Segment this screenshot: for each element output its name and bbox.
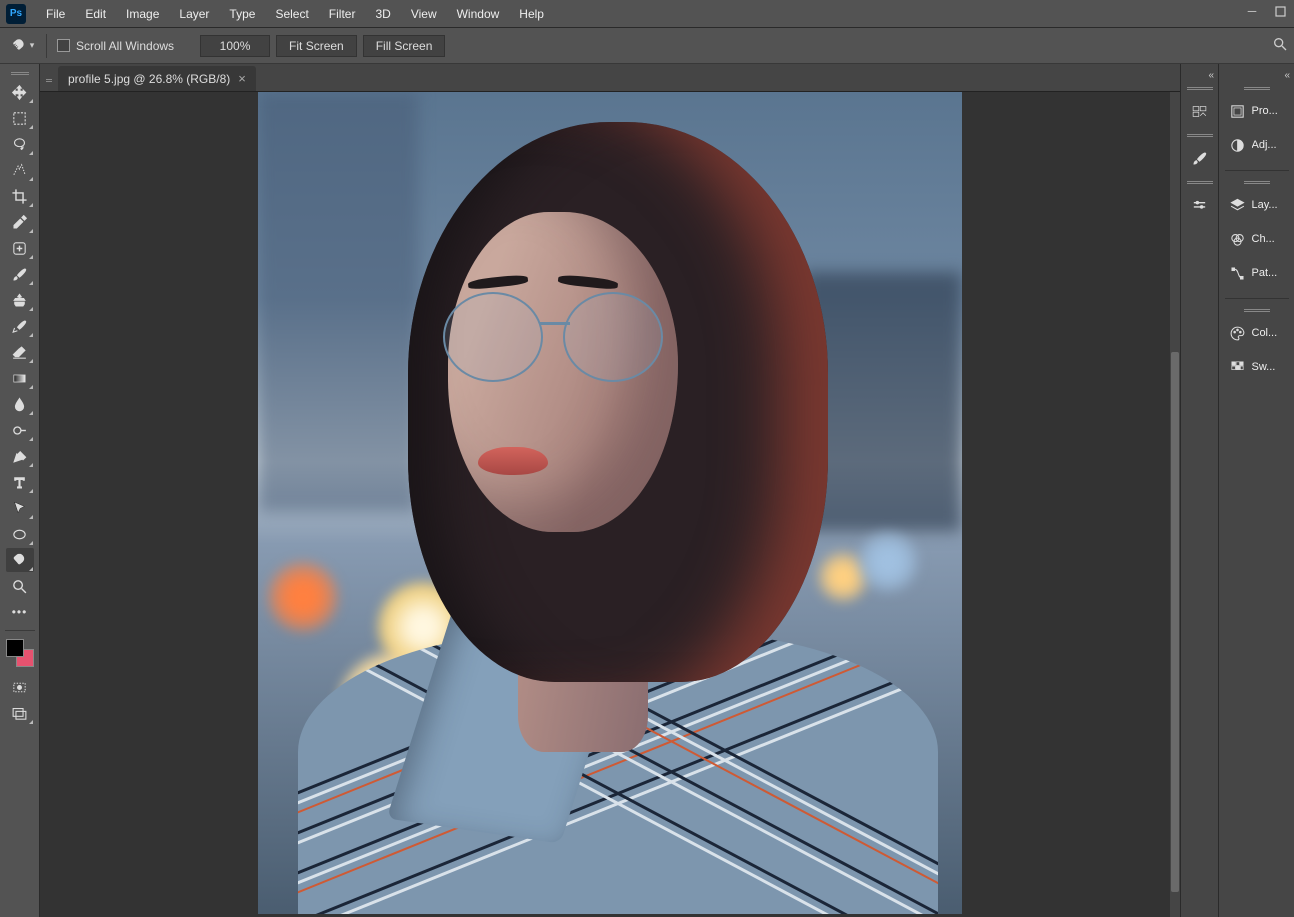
minimize-button[interactable]: ─ <box>1238 0 1266 22</box>
fit-screen-button[interactable]: Fit Screen <box>276 35 357 57</box>
menu-3d[interactable]: 3D <box>365 1 400 27</box>
panel-label: Lay... <box>1252 199 1278 211</box>
screen-mode-toggle[interactable] <box>6 701 34 725</box>
tabbar-grip[interactable] <box>44 69 54 91</box>
collapsed-panel-strip-2: « Pro... Adj... Lay... Ch... Pa <box>1218 64 1294 917</box>
path-selection-tool[interactable] <box>6 496 34 520</box>
color-panel-button[interactable]: Col... <box>1223 318 1291 348</box>
panel-grip[interactable] <box>1187 134 1213 139</box>
hand-tool[interactable] <box>6 548 34 572</box>
panel-label: Sw... <box>1252 361 1276 373</box>
window-controls: ─ <box>1238 0 1294 22</box>
menu-window[interactable]: Window <box>447 1 510 27</box>
type-tool[interactable] <box>6 470 34 494</box>
zoom-level-field[interactable]: 100% <box>200 35 270 57</box>
checkbox-icon <box>57 39 70 52</box>
panel-label: Adj... <box>1252 139 1277 151</box>
scrollbar-thumb[interactable] <box>1171 352 1179 892</box>
toolbar-separator <box>5 630 35 631</box>
vertical-scrollbar[interactable] <box>1170 92 1180 917</box>
panel-separator <box>1225 170 1289 171</box>
panel-grip[interactable] <box>1244 309 1270 314</box>
ellipse-tool[interactable] <box>6 522 34 546</box>
brush-settings-panel-icon[interactable] <box>1185 190 1215 220</box>
panel-grip[interactable] <box>1244 181 1270 186</box>
layers-panel-button[interactable]: Lay... <box>1223 190 1291 220</box>
panel-label: Ch... <box>1252 233 1275 245</box>
expand-panels-icon[interactable]: « <box>1204 68 1218 83</box>
clone-stamp-tool[interactable] <box>6 288 34 312</box>
swatches-panel-button[interactable]: Sw... <box>1223 352 1291 382</box>
paths-panel-button[interactable]: Pat... <box>1223 258 1291 288</box>
menu-edit[interactable]: Edit <box>75 1 116 27</box>
right-panel-dock: « « Pro... Adj... Lay... <box>1180 64 1294 917</box>
options-bar: ▾ Scroll All Windows 100% Fit Screen Fil… <box>0 28 1294 64</box>
panel-label: Pat... <box>1252 267 1278 279</box>
scroll-all-windows-label: Scroll All Windows <box>76 39 174 53</box>
fill-screen-button[interactable]: Fill Screen <box>363 35 446 57</box>
quick-mask-toggle[interactable] <box>6 675 34 699</box>
search-icon[interactable] <box>1272 36 1288 55</box>
pen-tool[interactable] <box>6 444 34 468</box>
menu-image[interactable]: Image <box>116 1 169 27</box>
eraser-tool[interactable] <box>6 340 34 364</box>
quick-selection-tool[interactable] <box>6 158 34 182</box>
menu-type[interactable]: Type <box>219 1 265 27</box>
collapsed-panel-strip-1: « <box>1180 64 1218 917</box>
foreground-color[interactable] <box>6 639 24 657</box>
eyedropper-tool[interactable] <box>6 210 34 234</box>
crop-tool[interactable] <box>6 184 34 208</box>
menu-select[interactable]: Select <box>265 1 318 27</box>
move-tool[interactable] <box>6 80 34 104</box>
menu-layer[interactable]: Layer <box>169 1 219 27</box>
channels-panel-button[interactable]: Ch... <box>1223 224 1291 254</box>
canvas[interactable] <box>40 92 1180 917</box>
panel-label: Col... <box>1252 327 1278 339</box>
chevron-down-icon: ▾ <box>30 40 35 51</box>
history-brush-tool[interactable] <box>6 314 34 338</box>
main-area: ••• profile 5.jpg @ 26.8% (RGB/8) × <box>0 64 1294 917</box>
document-tab-bar: profile 5.jpg @ 26.8% (RGB/8) × <box>40 64 1180 92</box>
panel-label: Pro... <box>1252 105 1278 117</box>
healing-brush-tool[interactable] <box>6 236 34 260</box>
menu-view[interactable]: View <box>401 1 447 27</box>
panel-separator <box>1225 298 1289 299</box>
expand-panels-icon[interactable]: « <box>1280 68 1294 83</box>
document-image <box>258 92 962 914</box>
dodge-tool[interactable] <box>6 418 34 442</box>
gradient-tool[interactable] <box>6 366 34 390</box>
menu-file[interactable]: File <box>36 1 75 27</box>
menu-filter[interactable]: Filter <box>319 1 366 27</box>
brush-tool[interactable] <box>6 262 34 286</box>
document-area: profile 5.jpg @ 26.8% (RGB/8) × <box>40 64 1180 917</box>
zoom-tool[interactable] <box>6 574 34 598</box>
panel-grip[interactable] <box>1187 87 1213 92</box>
panel-grip[interactable] <box>5 70 35 76</box>
history-panel-icon[interactable] <box>1185 96 1215 126</box>
edit-toolbar-button[interactable]: ••• <box>6 600 34 624</box>
color-swatches[interactable] <box>6 639 34 667</box>
divider <box>46 34 47 58</box>
blur-tool[interactable] <box>6 392 34 416</box>
properties-panel-button[interactable]: Pro... <box>1223 96 1291 126</box>
rectangular-marquee-tool[interactable] <box>6 106 34 130</box>
panel-grip[interactable] <box>1187 181 1213 186</box>
lasso-tool[interactable] <box>6 132 34 156</box>
maximize-button[interactable] <box>1266 0 1294 22</box>
adjustments-panel-button[interactable]: Adj... <box>1223 130 1291 160</box>
close-tab-icon[interactable]: × <box>238 71 246 86</box>
brushes-panel-icon[interactable] <box>1185 143 1215 173</box>
tools-panel: ••• <box>0 64 40 917</box>
current-tool-indicator[interactable]: ▾ <box>8 34 36 58</box>
scroll-all-windows-checkbox[interactable]: Scroll All Windows <box>57 39 174 53</box>
app-logo: Ps <box>6 4 26 24</box>
menu-help[interactable]: Help <box>509 1 554 27</box>
document-tab-title: profile 5.jpg @ 26.8% (RGB/8) <box>68 72 230 86</box>
document-tab[interactable]: profile 5.jpg @ 26.8% (RGB/8) × <box>58 66 256 91</box>
panel-grip[interactable] <box>1244 87 1270 92</box>
menu-bar: Ps File Edit Image Layer Type Select Fil… <box>0 0 1294 28</box>
